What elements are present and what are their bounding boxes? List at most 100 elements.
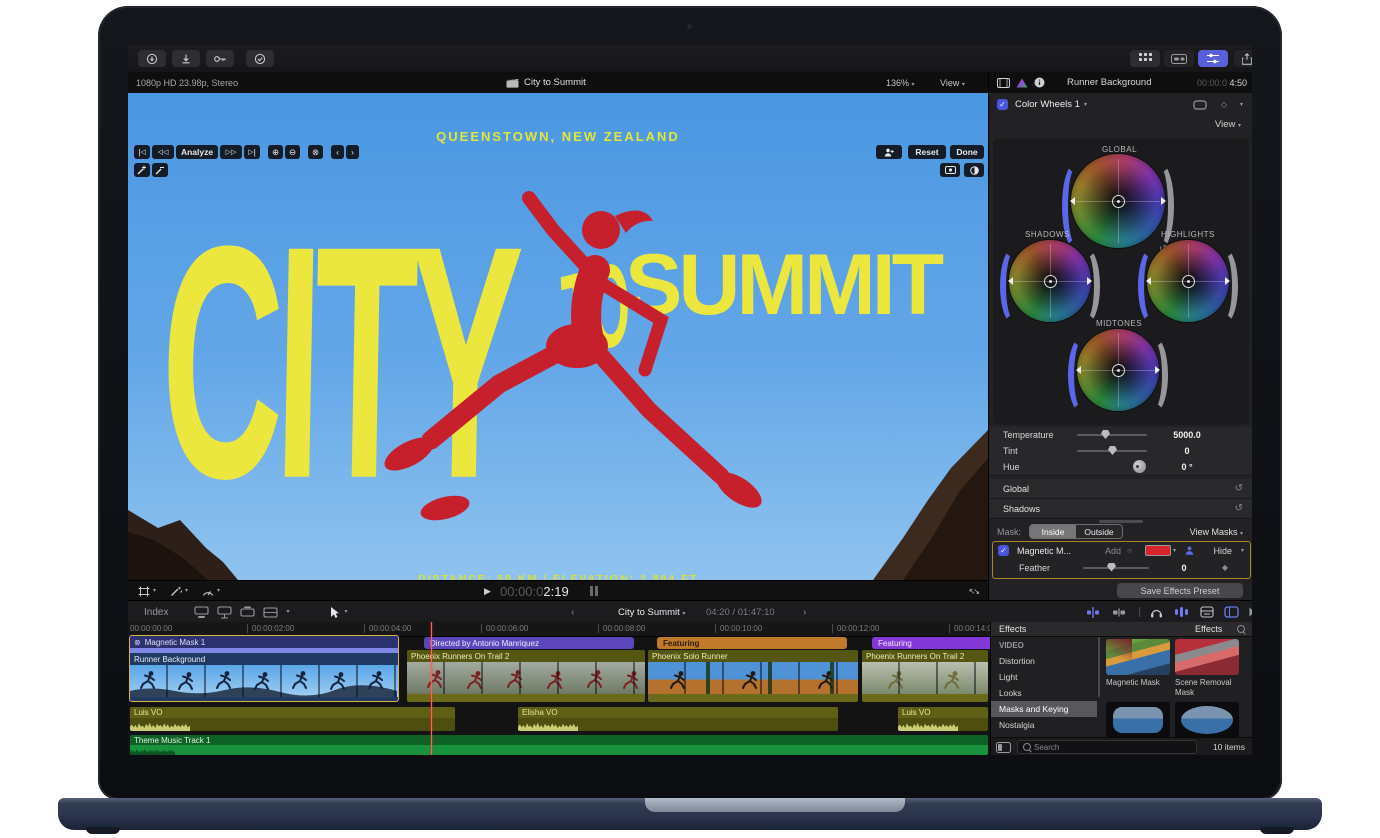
project-title-group[interactable]: City to Summit	[506, 77, 586, 88]
effects-scrollbar[interactable]	[1098, 637, 1100, 697]
timeline-back-button[interactable]: ‹	[571, 607, 574, 618]
mask-person-icon[interactable]	[1185, 546, 1194, 555]
phoenix-trail-clip-1[interactable]: Phoenix Runners On Trail 2	[407, 650, 645, 702]
midtones-color-wheel[interactable]	[1077, 329, 1159, 411]
audio-clip-luis-2[interactable]: Luis VO	[898, 707, 988, 731]
inspector-toggle-button[interactable]	[1198, 50, 1228, 67]
mask-hide-chevron[interactable]: ▾	[1241, 548, 1244, 554]
category-masks-and-keying[interactable]: Masks and Keying	[991, 701, 1097, 717]
solo-headphones-icon[interactable]	[1150, 606, 1163, 618]
checkmark-button[interactable]	[246, 50, 274, 67]
temperature-value[interactable]: 5000.0	[1157, 430, 1217, 440]
magnetic-mask-name[interactable]: Magnetic M...	[1017, 546, 1071, 556]
play-button[interactable]: ▶	[484, 586, 491, 597]
hue-dial[interactable]	[1077, 466, 1147, 468]
select-tool-menu[interactable]: ▾	[329, 606, 347, 619]
go-to-start-button[interactable]: |◁	[134, 145, 150, 159]
category-nostalgia[interactable]: Nostalgia	[991, 717, 1097, 733]
prev-item-button[interactable]: ‹	[331, 145, 344, 159]
effect-name[interactable]: Color Wheels 1	[1015, 99, 1080, 110]
category-distortion[interactable]: Distortion	[991, 653, 1097, 669]
color-inspector-icon[interactable]	[1016, 78, 1028, 88]
viewer-view-menu[interactable]: View ▾	[940, 78, 965, 88]
retime-menu[interactable]: ▾	[202, 586, 220, 597]
analyze-button[interactable]: Analyze	[176, 145, 218, 159]
effects-sidebar-toggle[interactable]	[996, 742, 1011, 753]
shadows-wheel-puck[interactable]	[1044, 275, 1057, 288]
tint-value[interactable]: 0	[1157, 446, 1217, 456]
mask-hide-label[interactable]: Hide	[1213, 546, 1232, 556]
runner-mask-silhouette[interactable]	[293, 178, 793, 548]
wheels-view-menu[interactable]: View ▾	[1215, 119, 1241, 130]
viewer-zoom-menu[interactable]: 136% ▾	[886, 78, 915, 88]
step-back-button[interactable]: ◁◁	[152, 145, 174, 159]
add-stroke-button[interactable]	[134, 163, 150, 177]
effect-menu-chevron[interactable]: ▾	[1084, 102, 1087, 108]
mask-add-label[interactable]: Add	[1105, 546, 1121, 556]
sidebar-toggle-icon[interactable]	[1224, 606, 1239, 618]
view-masks-menu[interactable]: View Masks ▾	[1190, 527, 1243, 537]
shadows-color-wheel[interactable]	[1009, 240, 1091, 322]
title-clip-directed[interactable]: Directed by Antonio Manriquez	[424, 637, 634, 649]
magnetic-mask-thumbnail[interactable]	[1106, 639, 1170, 675]
fullscreen-icon[interactable]: ↖↘	[969, 587, 978, 596]
cancel-analysis-button[interactable]: ⊗	[308, 145, 323, 159]
timeline-forward-button[interactable]: ›	[803, 607, 806, 618]
phoenix-solo-clip[interactable]: Phoenix Solo Runner	[648, 650, 858, 702]
mask-outside-option[interactable]: Outside	[1076, 525, 1122, 538]
audio-clip-luis-1[interactable]: Luis VO	[130, 707, 455, 731]
apply-mask-icon[interactable]	[1193, 100, 1207, 110]
highlights-wheel-puck[interactable]	[1182, 275, 1195, 288]
vignette-mask-thumbnail[interactable]	[1106, 702, 1170, 738]
done-button[interactable]: Done	[950, 145, 984, 159]
global-wheel-puck[interactable]	[1112, 195, 1125, 208]
global-section-row[interactable]: Global ↺	[989, 479, 1252, 499]
next-item-button[interactable]: ›	[346, 145, 359, 159]
feather-slider[interactable]	[1083, 567, 1149, 569]
temperature-slider[interactable]	[1077, 434, 1147, 436]
timeline-project-menu[interactable]: City to Summit ▾	[618, 607, 685, 618]
effect-collapse-chevron[interactable]: ▾	[1240, 102, 1243, 108]
mask-inside-option[interactable]: Inside	[1030, 525, 1076, 538]
feather-value[interactable]: 0	[1159, 563, 1209, 573]
bezier-flag-icon[interactable]	[1248, 606, 1252, 618]
category-light[interactable]: Light	[991, 669, 1097, 685]
index-button[interactable]: Index	[144, 607, 168, 618]
effect-enabled-checkbox[interactable]: ✓	[997, 99, 1008, 110]
magnetic-mask-bar[interactable]: ⊗ Magnetic Mask 1	[130, 636, 398, 648]
appearance-clip-icon-4[interactable]	[263, 606, 278, 619]
reset-button[interactable]: Reset	[908, 145, 946, 159]
overlay-toggle-button[interactable]	[964, 163, 984, 177]
download-button[interactable]	[172, 50, 200, 67]
key-button[interactable]	[206, 50, 234, 67]
video-inspector-icon[interactable]	[997, 78, 1010, 88]
effects-search-icon[interactable]	[1237, 625, 1245, 633]
zoom-out-button[interactable]: ⊖	[285, 145, 300, 159]
magnetic-mask-item-label[interactable]: Magnetic Mask	[1106, 678, 1174, 688]
trim-tool-icon[interactable]	[1086, 606, 1100, 619]
scene-removal-mask-thumbnail[interactable]	[1175, 639, 1239, 675]
enhance-wand-menu[interactable]: ▾	[170, 586, 188, 597]
audio-clip-elisha[interactable]: Elisha VO	[518, 707, 838, 731]
zoom-in-button[interactable]: ⊕	[268, 145, 283, 159]
category-looks[interactable]: Looks	[991, 685, 1097, 701]
step-forward-button[interactable]: ▷▷	[220, 145, 242, 159]
mask-add-circle-icon[interactable]: ○	[1127, 546, 1132, 555]
effects-search-field[interactable]: Search	[1017, 740, 1197, 754]
appearance-menu-chevron[interactable]: ▾	[286, 609, 289, 615]
runner-background-clip-selected[interactable]: ⊗ Magnetic Mask 1 Runner Background	[129, 635, 399, 702]
mask-view-button[interactable]	[940, 163, 960, 177]
crop-tool-menu[interactable]: ▾	[138, 586, 156, 597]
mask-color-chevron[interactable]: ▾	[1173, 548, 1176, 554]
mask-close-icon[interactable]: ⊗	[134, 638, 141, 647]
feather-keyframe-icon[interactable]: ◆	[1222, 563, 1228, 572]
audio-skimming-icon[interactable]	[1174, 606, 1189, 618]
clip-appearance-icon[interactable]	[1200, 606, 1214, 618]
browser-grid-button[interactable]	[1130, 50, 1160, 67]
tint-slider[interactable]	[1077, 450, 1147, 452]
share-button[interactable]	[1234, 50, 1252, 67]
midtones-wheel-puck[interactable]	[1112, 364, 1125, 377]
music-track-clip[interactable]: Theme Music Track 1	[130, 735, 988, 755]
appearance-clip-icon-3[interactable]	[240, 606, 255, 619]
remove-stroke-button[interactable]	[152, 163, 168, 177]
